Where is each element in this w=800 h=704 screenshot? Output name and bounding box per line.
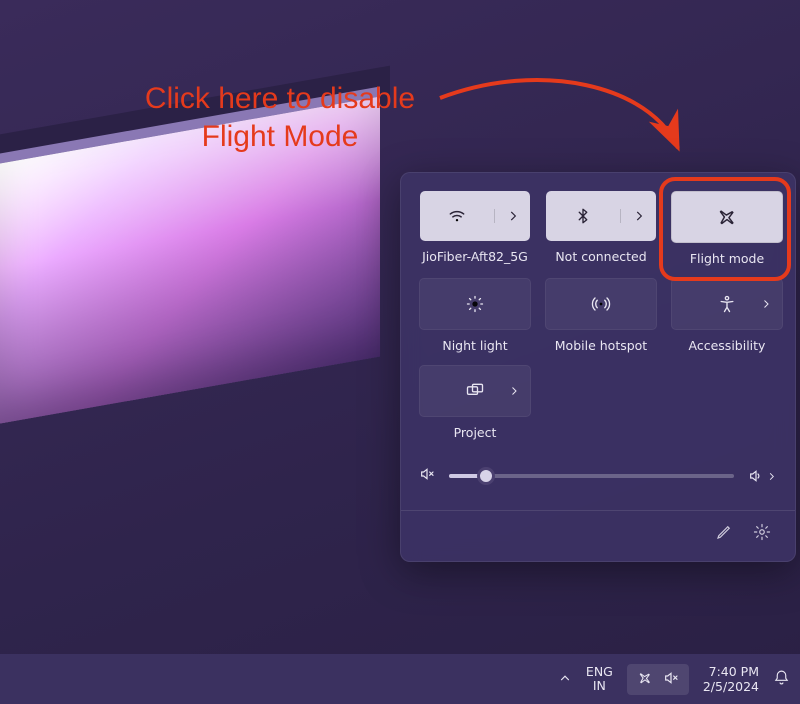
- tray-volume-mute-icon: [663, 670, 679, 689]
- volume-slider[interactable]: [449, 474, 734, 478]
- tray-overflow-button[interactable]: [558, 671, 572, 688]
- bluetooth-icon: [546, 207, 620, 225]
- accessibility-label: Accessibility: [689, 338, 766, 353]
- night-light-label: Night light: [442, 338, 507, 353]
- quick-settings-grid: JioFiber-Aft82_5G Not connected: [419, 191, 777, 440]
- mobile-hotspot-label: Mobile hotspot: [555, 338, 647, 353]
- volume-mute-icon[interactable]: [419, 466, 435, 486]
- project-icon: [465, 381, 485, 401]
- clock-time: 7:40 PM: [703, 664, 759, 679]
- wifi-icon: [420, 206, 494, 226]
- taskbar: ENG IN 7:40 PM 2/5/2024: [0, 654, 800, 704]
- notifications-button[interactable]: [773, 669, 790, 689]
- volume-row: [419, 466, 777, 486]
- panel-footer: [419, 511, 777, 551]
- language-indicator[interactable]: ENG IN: [586, 665, 613, 694]
- wifi-label: JioFiber-Aft82_5G: [422, 249, 528, 264]
- language-bottom: IN: [586, 679, 613, 693]
- clock-date: 2/5/2024: [703, 679, 759, 694]
- tray-airplane-icon: [637, 670, 653, 689]
- flight-mode-tile[interactable]: [671, 191, 783, 243]
- project-tile[interactable]: [419, 365, 531, 417]
- accessibility-icon: [717, 294, 737, 314]
- edit-quick-settings-button[interactable]: [715, 523, 733, 545]
- project-label: Project: [454, 425, 497, 440]
- bluetooth-expand-button[interactable]: [620, 209, 656, 223]
- flight-mode-label: Flight mode: [690, 251, 764, 266]
- project-expand-button[interactable]: [508, 385, 520, 397]
- wifi-tile[interactable]: [420, 191, 530, 241]
- accessibility-expand-button[interactable]: [760, 298, 772, 310]
- language-top: ENG: [586, 665, 613, 679]
- night-light-icon: [465, 294, 485, 314]
- bluetooth-tile[interactable]: [546, 191, 656, 241]
- hotspot-icon: [591, 294, 611, 314]
- desktop: Click here to disable Flight Mode: [0, 0, 800, 704]
- system-tray[interactable]: [627, 664, 689, 695]
- mobile-hotspot-tile[interactable]: [545, 278, 657, 330]
- settings-button[interactable]: [753, 523, 771, 545]
- audio-output-button[interactable]: [748, 468, 777, 484]
- volume-slider-thumb[interactable]: [477, 467, 495, 485]
- bluetooth-label: Not connected: [555, 249, 646, 264]
- night-light-tile[interactable]: [419, 278, 531, 330]
- quick-settings-panel: JioFiber-Aft82_5G Not connected: [400, 172, 796, 562]
- wifi-expand-button[interactable]: [494, 209, 530, 223]
- clock[interactable]: 7:40 PM 2/5/2024: [703, 664, 759, 694]
- airplane-icon: [716, 206, 738, 228]
- accessibility-tile[interactable]: [671, 278, 783, 330]
